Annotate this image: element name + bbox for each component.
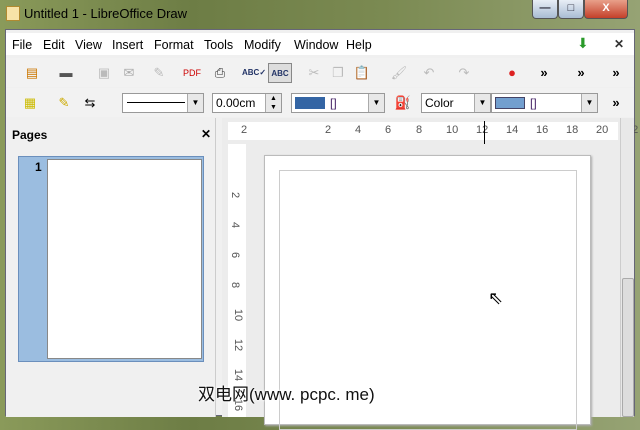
save-icon[interactable]: ▣ xyxy=(94,63,114,83)
window-title: Untitled 1 - LibreOffice Draw xyxy=(24,6,188,21)
ruler-tick-label: 4 xyxy=(355,124,362,136)
email-icon[interactable]: ✉ xyxy=(119,63,139,83)
toolbar-overflow-button[interactable]: » xyxy=(534,63,554,83)
line-color-swatch xyxy=(295,97,325,109)
standard-toolbar: ▤ ▬ ▣ ✉ ✎ PDF ⎙ ABC✓ ABC ✂ ❐ 📋 🖌 ↶ ↷ ● »… xyxy=(6,58,634,87)
export-pdf-icon[interactable]: PDF xyxy=(182,63,202,83)
ruler-tick-label: 8 xyxy=(229,281,242,289)
clone-formatting-icon[interactable]: 🖌 xyxy=(389,63,409,83)
area-style-value: Color xyxy=(425,96,454,110)
autospellcheck-icon[interactable]: ABC xyxy=(268,63,292,83)
area-color-swatch xyxy=(495,97,525,109)
page-thumbnail-1[interactable]: 1 xyxy=(18,156,204,362)
redo-icon[interactable]: ↷ xyxy=(454,63,474,83)
ruler-tick-label: 2 xyxy=(241,124,248,136)
fill-bucket-icon: ⛽ xyxy=(394,95,412,110)
line-icon[interactable]: ✎ xyxy=(54,93,74,113)
drawing-canvas[interactable]: 2246810121416182022 246810121416 ⇖ xyxy=(222,118,638,430)
ruler-tick-label: 2 xyxy=(229,191,242,199)
toolbar-overflow-button[interactable]: » xyxy=(606,93,626,113)
line-width-spinner[interactable]: 0.00cm ▲ ▼ xyxy=(212,93,282,113)
menu-file[interactable]: File xyxy=(12,38,32,52)
line-color-select[interactable]: [] ▼ xyxy=(291,93,385,113)
horizontal-ruler: 2246810121416182022 xyxy=(228,122,638,140)
undo-icon[interactable]: ↶ xyxy=(419,63,439,83)
ruler-tick-label: 8 xyxy=(416,124,423,136)
menu-view[interactable]: View xyxy=(75,38,102,52)
area-style-select[interactable]: Color ▼ xyxy=(421,93,491,113)
menu-bar: File Edit View Insert Format Tools Modif… xyxy=(6,33,634,55)
print-icon[interactable]: ⎙ xyxy=(210,63,230,83)
ruler-position-marker xyxy=(484,121,485,144)
spellcheck-icon[interactable]: ABC✓ xyxy=(242,63,266,83)
minimize-button[interactable]: — xyxy=(532,0,558,19)
ruler-tick-label: 6 xyxy=(385,124,392,136)
new-document-icon[interactable]: ▤ xyxy=(22,63,42,83)
line-fill-toolbar: ▦ ✎ ⇆ ▼ 0.00cm ▲ ▼ [] ▼ ⛽ Color ▼ [] ▼ » xyxy=(6,88,634,117)
styles-icon[interactable]: ▦ xyxy=(20,93,40,113)
menu-modify[interactable]: Modify xyxy=(244,38,281,52)
menu-help[interactable]: Help xyxy=(346,38,372,52)
arrow-style-icon[interactable]: ⇆ xyxy=(80,93,100,113)
ruler-tick-label: 20 xyxy=(596,124,609,136)
ruler-tick-label: 14 xyxy=(506,124,519,136)
close-document-button[interactable]: ✕ xyxy=(614,37,624,51)
title-bar: Untitled 1 - LibreOffice Draw — □ X xyxy=(0,0,640,30)
app-icon xyxy=(6,6,20,21)
app-window: File Edit View Insert Format Tools Modif… xyxy=(5,29,638,430)
menu-edit[interactable]: Edit xyxy=(43,38,65,52)
vertical-ruler: 2 4 6 8 10 12 14 16 xyxy=(228,144,246,417)
extension-icon[interactable]: ● xyxy=(502,63,522,83)
close-button[interactable]: X xyxy=(584,0,628,19)
page-number: 1 xyxy=(35,160,42,174)
line-style-select[interactable]: ▼ xyxy=(122,93,204,113)
line-width-value: 0.00cm xyxy=(216,96,256,110)
ruler-tick-label: 2 xyxy=(325,124,332,136)
vertical-scrollbar[interactable] xyxy=(620,118,634,417)
line-color-label: [] xyxy=(330,96,337,110)
menu-window[interactable]: Window xyxy=(294,38,338,52)
paste-icon[interactable]: 📋 xyxy=(352,63,372,83)
menu-format[interactable]: Format xyxy=(154,38,194,52)
ruler-tick-label: 16 xyxy=(536,124,549,136)
ruler-tick-label: 18 xyxy=(566,124,579,136)
mouse-cursor-icon: ⇖ xyxy=(488,288,504,308)
page-thumbnail-preview xyxy=(47,159,202,359)
open-folder-icon[interactable]: ▬ xyxy=(56,63,76,83)
ruler-tick-label: 12 xyxy=(232,338,245,352)
update-download-icon[interactable]: ⬇ xyxy=(577,35,589,52)
watermark: 双电网(www. pcpc. me) xyxy=(198,385,375,404)
area-color-label: [] xyxy=(530,96,537,110)
cut-icon[interactable]: ✂ xyxy=(304,63,324,83)
ruler-tick-label: 4 xyxy=(229,221,242,229)
ruler-tick-label: 12 xyxy=(476,124,489,136)
ruler-tick-label: 6 xyxy=(229,251,242,259)
menu-insert[interactable]: Insert xyxy=(112,38,143,52)
maximize-button[interactable]: □ xyxy=(558,0,584,19)
ruler-tick-label: 10 xyxy=(446,124,459,136)
pages-panel-close[interactable]: ✕ xyxy=(201,127,211,141)
edit-file-icon[interactable]: ✎ xyxy=(149,63,169,83)
toolbar-overflow-button[interactable]: » xyxy=(606,63,626,83)
pages-panel-title: Pages xyxy=(12,128,48,142)
toolbar-overflow-button[interactable]: » xyxy=(571,63,591,83)
menu-tools[interactable]: Tools xyxy=(204,38,233,52)
pages-panel: Pages ✕ 1 xyxy=(6,118,216,417)
area-color-select[interactable]: [] ▼ xyxy=(491,93,598,113)
scrollbar-thumb[interactable] xyxy=(622,278,634,417)
copy-icon[interactable]: ❐ xyxy=(328,63,348,83)
ruler-tick-label: 10 xyxy=(232,308,245,322)
